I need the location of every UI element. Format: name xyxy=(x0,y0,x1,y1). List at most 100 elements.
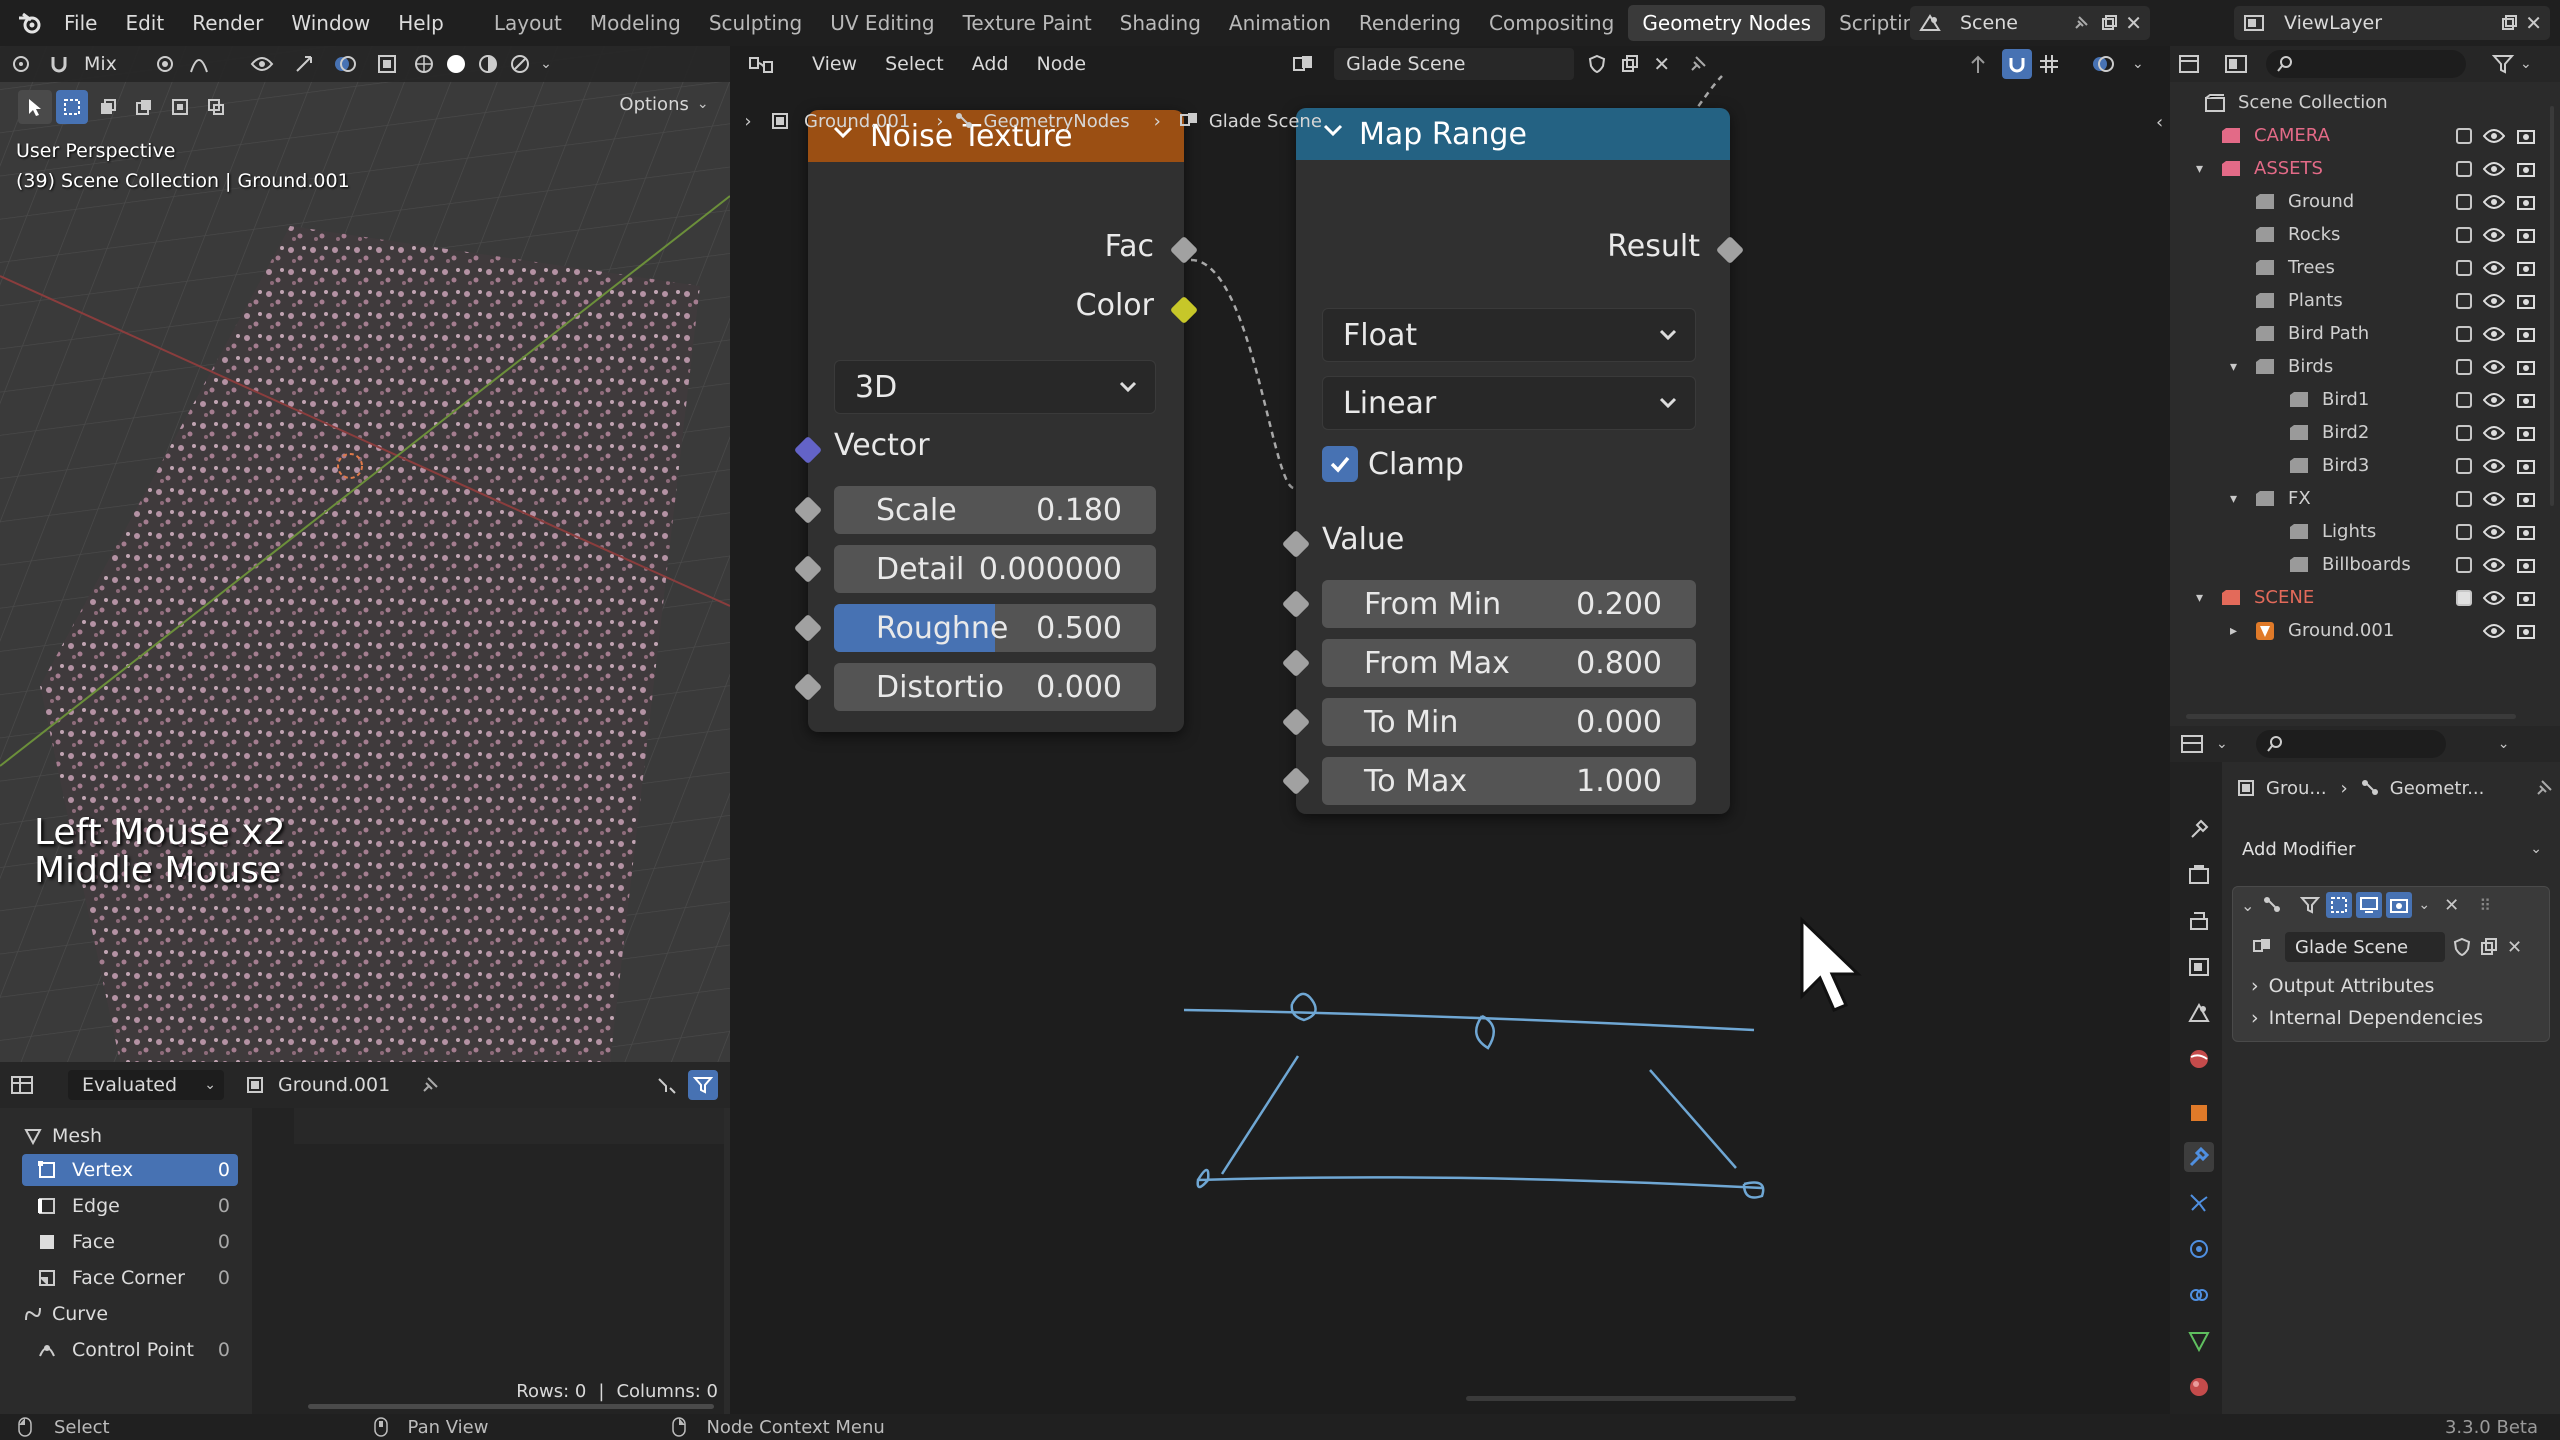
display-mode-icon[interactable] xyxy=(2216,54,2256,74)
viewport-toggle-icon[interactable] xyxy=(2356,892,2383,918)
exclude-checkbox[interactable] xyxy=(2456,193,2472,210)
exclude-checkbox[interactable] xyxy=(2456,127,2472,144)
overlays-icon[interactable] xyxy=(324,53,366,75)
data-tab-icon[interactable] xyxy=(2184,1326,2214,1356)
eye-icon[interactable] xyxy=(2483,425,2505,441)
node-tree-icon[interactable] xyxy=(2245,937,2285,957)
fake-user-shield-icon[interactable] xyxy=(2453,937,2471,957)
chevron-down-icon[interactable]: ⌄ xyxy=(2418,897,2430,913)
row-face-corner[interactable]: Face Corner 0 xyxy=(22,1262,238,1294)
outliner-item[interactable]: Billboards xyxy=(2170,548,2560,581)
group-mesh[interactable]: Mesh xyxy=(18,1120,234,1152)
duplicate-icon[interactable] xyxy=(2479,937,2499,957)
group-curve[interactable]: Curve xyxy=(18,1298,234,1330)
tab-uv-editing[interactable]: UV Editing xyxy=(816,5,948,41)
eye-icon[interactable] xyxy=(2483,623,2505,639)
camera-render-icon[interactable] xyxy=(2516,292,2536,310)
eye-icon[interactable] xyxy=(2483,590,2505,606)
camera-render-icon[interactable] xyxy=(2516,589,2536,607)
visibility-icon[interactable] xyxy=(240,55,284,73)
snap-icon[interactable] xyxy=(42,53,76,75)
render-tab-icon[interactable] xyxy=(2184,860,2214,890)
select-tool-icon[interactable] xyxy=(18,90,52,124)
menu-help[interactable]: Help xyxy=(384,11,458,35)
eye-icon[interactable] xyxy=(2483,392,2505,408)
camera-render-icon[interactable] xyxy=(2516,259,2536,277)
filter-selected-icon[interactable] xyxy=(656,1074,678,1096)
roughness-field[interactable]: Roughne 0.500 xyxy=(834,604,1156,652)
detail-field[interactable]: Detail 0.000000 xyxy=(834,545,1156,593)
exclude-checkbox[interactable] xyxy=(2456,457,2472,474)
row-vertex[interactable]: Vertex 0 xyxy=(22,1154,238,1186)
select-invert-icon[interactable] xyxy=(164,90,196,124)
camera-render-icon[interactable] xyxy=(2516,556,2536,574)
exclude-checkbox[interactable] xyxy=(2456,358,2472,375)
outliner-item[interactable]: ▾ Birds xyxy=(2170,350,2560,383)
horizontal-scrollbar[interactable] xyxy=(1466,1396,1796,1401)
noise-texture-node[interactable]: Noise Texture Fac Color 3D Vector Scale … xyxy=(793,110,1199,732)
exclude-checkbox[interactable] xyxy=(2456,589,2472,606)
tab-layout[interactable]: Layout xyxy=(480,5,576,41)
outliner-item[interactable]: Bird Path xyxy=(2170,317,2560,350)
eye-icon[interactable] xyxy=(2483,458,2505,474)
tab-sculpting[interactable]: Sculpting xyxy=(695,5,816,41)
camera-render-icon[interactable] xyxy=(2516,127,2536,145)
output-tab-icon[interactable] xyxy=(2184,906,2214,936)
map-range-node[interactable]: Map Range Result Float Linear Clamp Valu… xyxy=(1281,108,1745,814)
eye-icon[interactable] xyxy=(2483,524,2505,540)
eye-icon[interactable] xyxy=(2483,260,2505,276)
interpolation-dropdown[interactable]: Linear xyxy=(1322,376,1696,430)
close-icon[interactable]: ✕ xyxy=(2444,895,2459,916)
scene-collection-row[interactable]: Scene Collection xyxy=(2170,86,2560,119)
row-face[interactable]: Face 0 xyxy=(22,1226,238,1258)
row-edge[interactable]: Edge 0 xyxy=(22,1190,238,1222)
camera-render-icon[interactable] xyxy=(2516,358,2536,376)
camera-render-icon[interactable] xyxy=(2516,523,2536,541)
tab-shading[interactable]: Shading xyxy=(1106,5,1215,41)
select-intersect-icon[interactable] xyxy=(200,90,232,124)
camera-render-icon[interactable] xyxy=(2516,160,2536,178)
options-button[interactable]: Options ⌄ xyxy=(606,88,722,120)
outliner-item[interactable]: ▾ SCENE xyxy=(2170,581,2560,614)
camera-render-icon[interactable] xyxy=(2516,226,2536,244)
tab-geometry-nodes[interactable]: Geometry Nodes xyxy=(1628,5,1826,41)
eye-icon[interactable] xyxy=(2483,194,2505,210)
outliner-item[interactable]: Bird1 xyxy=(2170,383,2560,416)
eye-icon[interactable] xyxy=(2483,326,2505,342)
menu-window[interactable]: Window xyxy=(277,11,384,35)
blend-mode-select[interactable]: Mix xyxy=(84,53,136,75)
exclude-checkbox[interactable] xyxy=(2456,259,2472,276)
camera-render-icon[interactable] xyxy=(2516,424,2536,442)
expand-down-icon[interactable]: ▾ xyxy=(2196,590,2203,606)
dimensions-dropdown[interactable]: 3D xyxy=(834,360,1156,414)
menu-file[interactable]: File xyxy=(50,11,111,35)
select-new-icon[interactable] xyxy=(56,90,88,124)
outliner-item[interactable]: Bird3 xyxy=(2170,449,2560,482)
to-min-field[interactable]: To Min 0.000 xyxy=(1322,698,1696,746)
chevron-down-icon[interactable]: ⌄ xyxy=(2498,736,2510,752)
chevron-down-icon[interactable]: ⌄ xyxy=(2216,736,2228,752)
physics-tab-icon[interactable] xyxy=(2184,1234,2214,1264)
edit-mode-toggle-icon[interactable] xyxy=(2326,892,2353,918)
outliner-item[interactable]: Plants xyxy=(2170,284,2560,317)
eye-icon[interactable] xyxy=(2483,161,2505,177)
outliner-item[interactable]: Trees xyxy=(2170,251,2560,284)
internal-dependencies-panel[interactable]: › Internal Dependencies xyxy=(2251,1007,2483,1029)
sidebar-toggle-icon[interactable]: ‹ xyxy=(2156,112,2163,133)
tab-compositing[interactable]: Compositing xyxy=(1475,5,1628,41)
select-subtract-icon[interactable] xyxy=(128,90,160,124)
camera-render-icon[interactable] xyxy=(2516,622,2536,640)
tab-rendering[interactable]: Rendering xyxy=(1345,5,1475,41)
node-header[interactable]: Map Range xyxy=(1296,108,1730,160)
shading-material-icon[interactable] xyxy=(472,53,504,75)
exclude-checkbox[interactable] xyxy=(2456,160,2472,177)
shading-rendered-icon[interactable] xyxy=(504,53,536,75)
exclude-checkbox[interactable] xyxy=(2456,226,2472,243)
close-icon[interactable]: ✕ xyxy=(2125,11,2142,35)
exclude-checkbox[interactable] xyxy=(2456,523,2472,540)
scene-tab-icon[interactable] xyxy=(2184,998,2214,1028)
filter-icon[interactable] xyxy=(2492,53,2516,75)
outliner-item[interactable]: ▾ ASSETS xyxy=(2170,152,2560,185)
falloff-icon[interactable] xyxy=(182,54,216,74)
node-editor[interactable]: View Select Add Node Glade Scene ✕ ⌄ › G… xyxy=(732,46,2168,1414)
